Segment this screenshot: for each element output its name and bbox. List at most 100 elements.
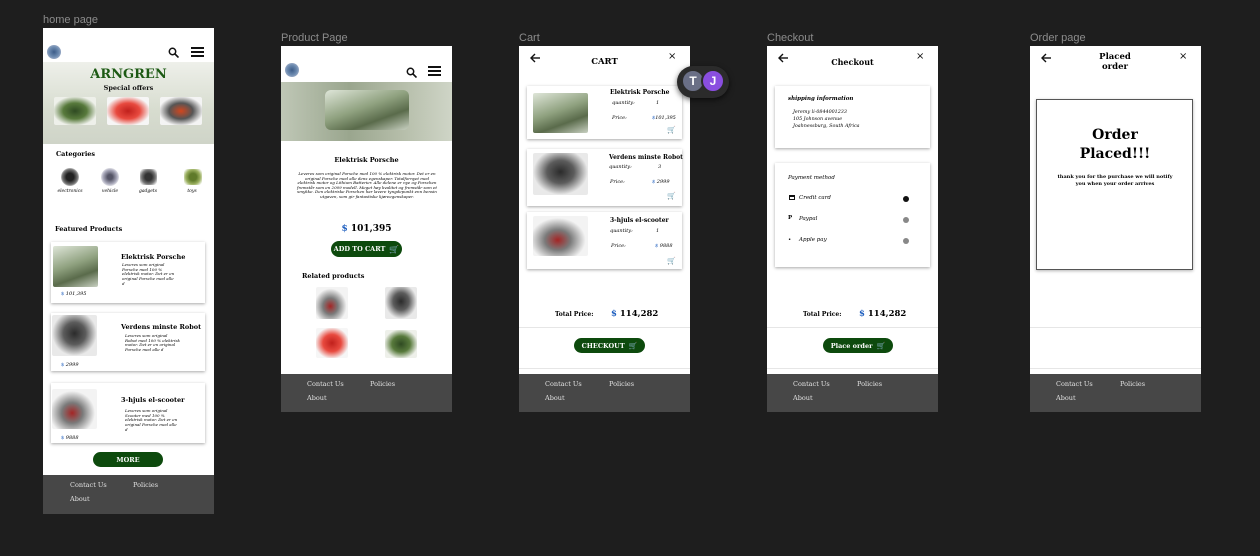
total-price: $ 114,282 <box>611 309 659 319</box>
product-card[interactable]: $ 2999 Verdens minste Robot Leveres som … <box>51 313 205 371</box>
footer-contact-link[interactable]: Contact Us <box>793 380 830 388</box>
back-arrow-icon[interactable] <box>1041 53 1052 63</box>
footer: Contact Us Policies About <box>1030 374 1201 412</box>
credit-card-icon <box>789 195 795 200</box>
payment-method-label[interactable]: Paypal <box>799 216 817 222</box>
divider <box>519 368 690 369</box>
frame-label-cart[interactable]: Cart <box>519 32 540 44</box>
category-label[interactable]: electronics <box>55 189 85 194</box>
cart-item-image[interactable] <box>533 153 588 195</box>
payment-method-label[interactable]: Apple pay <box>799 237 827 243</box>
footer-contact-link[interactable]: Contact Us <box>307 380 344 388</box>
cart-item-name: 3-hjuls el-scooter <box>610 217 669 224</box>
frame-label-home[interactable]: home page <box>43 14 98 26</box>
footer-contact-link[interactable]: Contact Us <box>1056 380 1093 388</box>
product-name[interactable]: Verdens minste Robot <box>121 323 201 331</box>
add-to-cart-button[interactable]: ADD TO CART 🛒 <box>331 241 402 257</box>
order-placed-heading: Order Placed!!! <box>1079 127 1151 162</box>
cart-item-image[interactable] <box>533 216 588 256</box>
search-icon[interactable] <box>406 67 417 78</box>
footer-policies-link[interactable]: Policies <box>370 380 395 388</box>
shipping-line: Jeremy li-0844001233 <box>793 110 847 115</box>
cart-item-image[interactable] <box>533 93 588 133</box>
footer-about-link[interactable]: About <box>70 495 90 503</box>
cart-item-qty[interactable]: 3 <box>658 164 661 170</box>
footer-policies-link[interactable]: Policies <box>1120 380 1145 388</box>
product-card[interactable]: $ 101,395 Elektrisk Porsche Leveres som … <box>51 242 205 303</box>
footer-about-link[interactable]: About <box>307 394 327 402</box>
related-image[interactable] <box>385 330 417 358</box>
category-icon[interactable] <box>184 169 202 185</box>
related-image[interactable] <box>385 287 417 319</box>
categories-title: Categories <box>56 150 96 158</box>
footer-policies-link[interactable]: Policies <box>857 380 882 388</box>
product-price: $ 2999 <box>61 362 79 368</box>
payment-radio-selected[interactable] <box>903 196 909 202</box>
close-icon[interactable]: × <box>916 51 924 62</box>
offer-image[interactable] <box>54 97 96 125</box>
order-message: thank you for the purchase we will notif… <box>1057 174 1173 187</box>
footer-policies-link[interactable]: Policies <box>609 380 634 388</box>
cart-item-qty[interactable]: 1 <box>656 228 659 234</box>
shipping-card[interactable]: shipping information Jeremy li-084400123… <box>775 86 930 148</box>
menu-icon[interactable] <box>191 47 204 57</box>
place-order-button[interactable]: Place order 🛒 <box>823 338 893 353</box>
remove-cart-icon[interactable]: 🛒 <box>667 126 676 134</box>
checkout-button[interactable]: CHECKOUT 🛒 <box>574 338 645 353</box>
cart-item-qty-label: quantity: <box>609 164 632 170</box>
product-hero-image[interactable] <box>281 82 452 141</box>
remove-cart-icon[interactable]: 🛒 <box>667 192 676 200</box>
category-label[interactable]: gadgets <box>133 189 163 194</box>
category-icon[interactable] <box>61 168 79 186</box>
featured-title: Featured Products <box>55 225 123 233</box>
footer-policies-link[interactable]: Policies <box>133 481 158 489</box>
offer-image[interactable] <box>107 97 149 125</box>
payment-radio[interactable] <box>903 238 909 244</box>
close-icon[interactable]: × <box>668 51 676 62</box>
product-name[interactable]: 3-hjuls el-scooter <box>121 396 185 404</box>
frame-label-product[interactable]: Product Page <box>281 32 348 44</box>
footer-about-link[interactable]: About <box>793 394 813 402</box>
footer-about-link[interactable]: About <box>1056 394 1076 402</box>
more-button[interactable]: MORE <box>93 452 163 467</box>
close-icon[interactable]: × <box>1179 51 1187 62</box>
product-frame: Elektrisk Porsche Leveres som original P… <box>281 46 452 412</box>
category-icon[interactable] <box>140 169 157 185</box>
cart-item-qty[interactable]: 1 <box>656 100 659 106</box>
product-title: Elektrisk Porsche <box>334 156 399 164</box>
product-image[interactable] <box>53 246 98 287</box>
remove-cart-icon[interactable]: 🛒 <box>667 257 676 265</box>
category-label[interactable]: toys <box>177 189 207 194</box>
shipping-title: shipping information <box>788 96 854 102</box>
payment-method-label[interactable]: Credit card <box>799 195 831 201</box>
search-icon[interactable] <box>168 47 179 58</box>
total-label: Total Price: <box>803 311 842 318</box>
category-icon[interactable] <box>101 168 119 186</box>
category-label[interactable]: vehicle <box>95 189 125 194</box>
product-image[interactable] <box>52 315 97 356</box>
total-label: Total Price: <box>555 311 594 318</box>
related-image[interactable] <box>316 287 348 319</box>
logo-icon[interactable] <box>285 63 299 77</box>
footer-contact-link[interactable]: Contact Us <box>70 481 107 489</box>
frame-label-order[interactable]: Order page <box>1030 32 1086 44</box>
footer-contact-link[interactable]: Contact Us <box>545 380 582 388</box>
footer-about-link[interactable]: About <box>545 394 565 402</box>
logo-icon[interactable] <box>47 45 61 59</box>
product-name[interactable]: Elektrisk Porsche <box>121 253 185 261</box>
offer-image[interactable] <box>160 97 202 125</box>
product-price: $ 101,395 <box>61 291 87 297</box>
footer: Contact Us Policies About <box>767 374 938 412</box>
related-image[interactable] <box>316 328 348 358</box>
collaborator-avatar[interactable]: J <box>701 69 725 93</box>
product-price: $ 9888 <box>61 435 79 441</box>
product-card[interactable]: $ 9888 3-hjuls el-scooter Leveres som or… <box>51 383 205 443</box>
cart-icon: 🛒 <box>628 341 638 350</box>
menu-icon[interactable] <box>428 66 441 76</box>
frame-label-checkout[interactable]: Checkout <box>767 32 813 44</box>
cart-item: 3-hjuls el-scooter quantity: 1 Price: $ … <box>527 212 682 269</box>
hero-banner[interactable]: ARNGREN Special offers <box>43 62 214 144</box>
product-image[interactable] <box>52 389 97 429</box>
product-description: Leveres som original Porsche med 100 % e… <box>297 171 437 199</box>
payment-radio[interactable] <box>903 217 909 223</box>
